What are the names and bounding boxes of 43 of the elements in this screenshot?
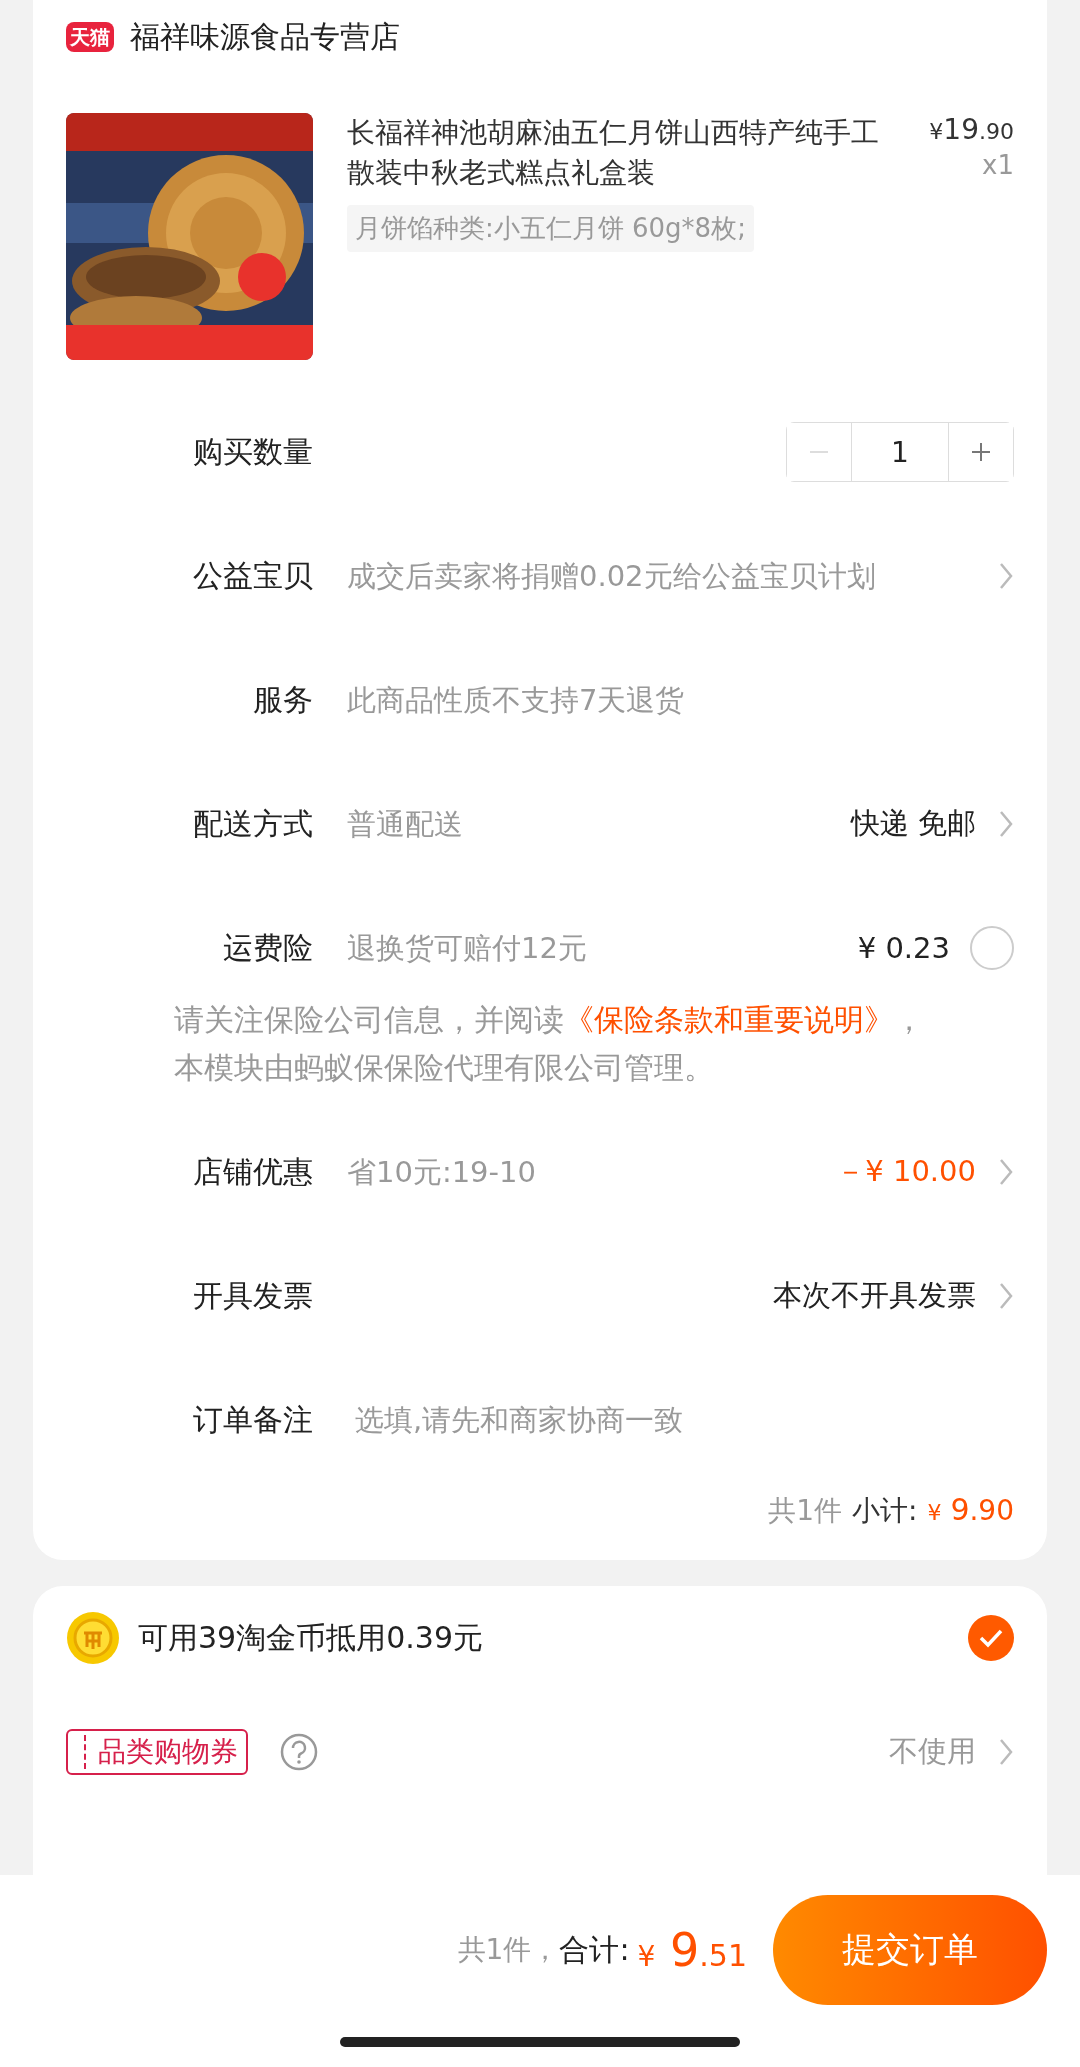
total-amount: ¥ 9.51 [637,1923,747,1977]
remark-field[interactable]: 选填,请先和商家协商一致 [347,1403,1014,1437]
minus-icon [808,450,830,454]
subtotal-amount: ¥ 9.90 [927,1492,1014,1527]
row-value: ¥ 0.23 [857,931,950,965]
chevron-right-icon [998,1737,1014,1767]
row-text: 此商品性质不支持7天退货 [347,682,685,719]
quantity-stepper[interactable]: 1 [786,422,1014,482]
row-label: 开具发票 [192,1276,313,1315]
row-label: 购买数量 [192,432,313,471]
store-badge: 天猫 [66,22,114,52]
insurance-notice: 请关注保险公司信息，并阅读《保险条款和重要说明》，本模块由蚂蚁保保险代理有限公司管理。 [174,1001,925,1087]
row-label: 公益宝贝 [192,556,313,595]
product-spec: 月饼馅种类:小五仁月饼 60g*8枚; [347,205,754,252]
radio-button[interactable] [970,926,1014,970]
total-count: 共1件， [457,1932,560,1968]
store-name[interactable]: 福祥味源食品专营店 [130,16,400,58]
row-value: 快递 免邮 [850,805,976,842]
row-text: 成交后卖家将捐赠0.02元给公益宝贝计划 [347,558,876,595]
row-label: 配送方式 [192,804,313,843]
row-value: 本次不开具发票 [773,1277,976,1314]
coin-icon [66,1611,120,1665]
row-value: －¥ 10.00 [836,1153,976,1190]
help-icon[interactable] [280,1733,318,1771]
coupon-tag: 品类购物券 [66,1729,248,1775]
row-text: 退换货可赔付12元 [347,930,587,967]
home-indicator[interactable] [340,2037,740,2047]
row-label: 运费险 [222,928,313,967]
row-text: 省10元:19-10 [347,1154,536,1191]
row-label: 服务 [252,680,313,719]
row-label: 店铺优惠 [192,1152,313,1191]
plus-icon [970,441,992,463]
subtotal-label: 小计: [852,1493,918,1529]
coin-text: 可用39淘金币抵用0.39元 [138,1618,484,1657]
product-title[interactable]: 长福祥神池胡麻油五仁月饼山西特产纯手工散装中秋老式糕点礼盒装 [347,113,887,193]
row-text: 普通配送 [347,806,463,843]
item-count: 共1件 [768,1493,843,1529]
row-label: 订单备注 [192,1400,313,1439]
coupon-value: 不使用 [889,1733,976,1770]
product-quantity: x1 [982,150,1014,180]
checkbox[interactable] [968,1615,1014,1661]
total-label: 合计: [559,1930,630,1969]
product-price: ¥19.90 [929,113,1014,146]
